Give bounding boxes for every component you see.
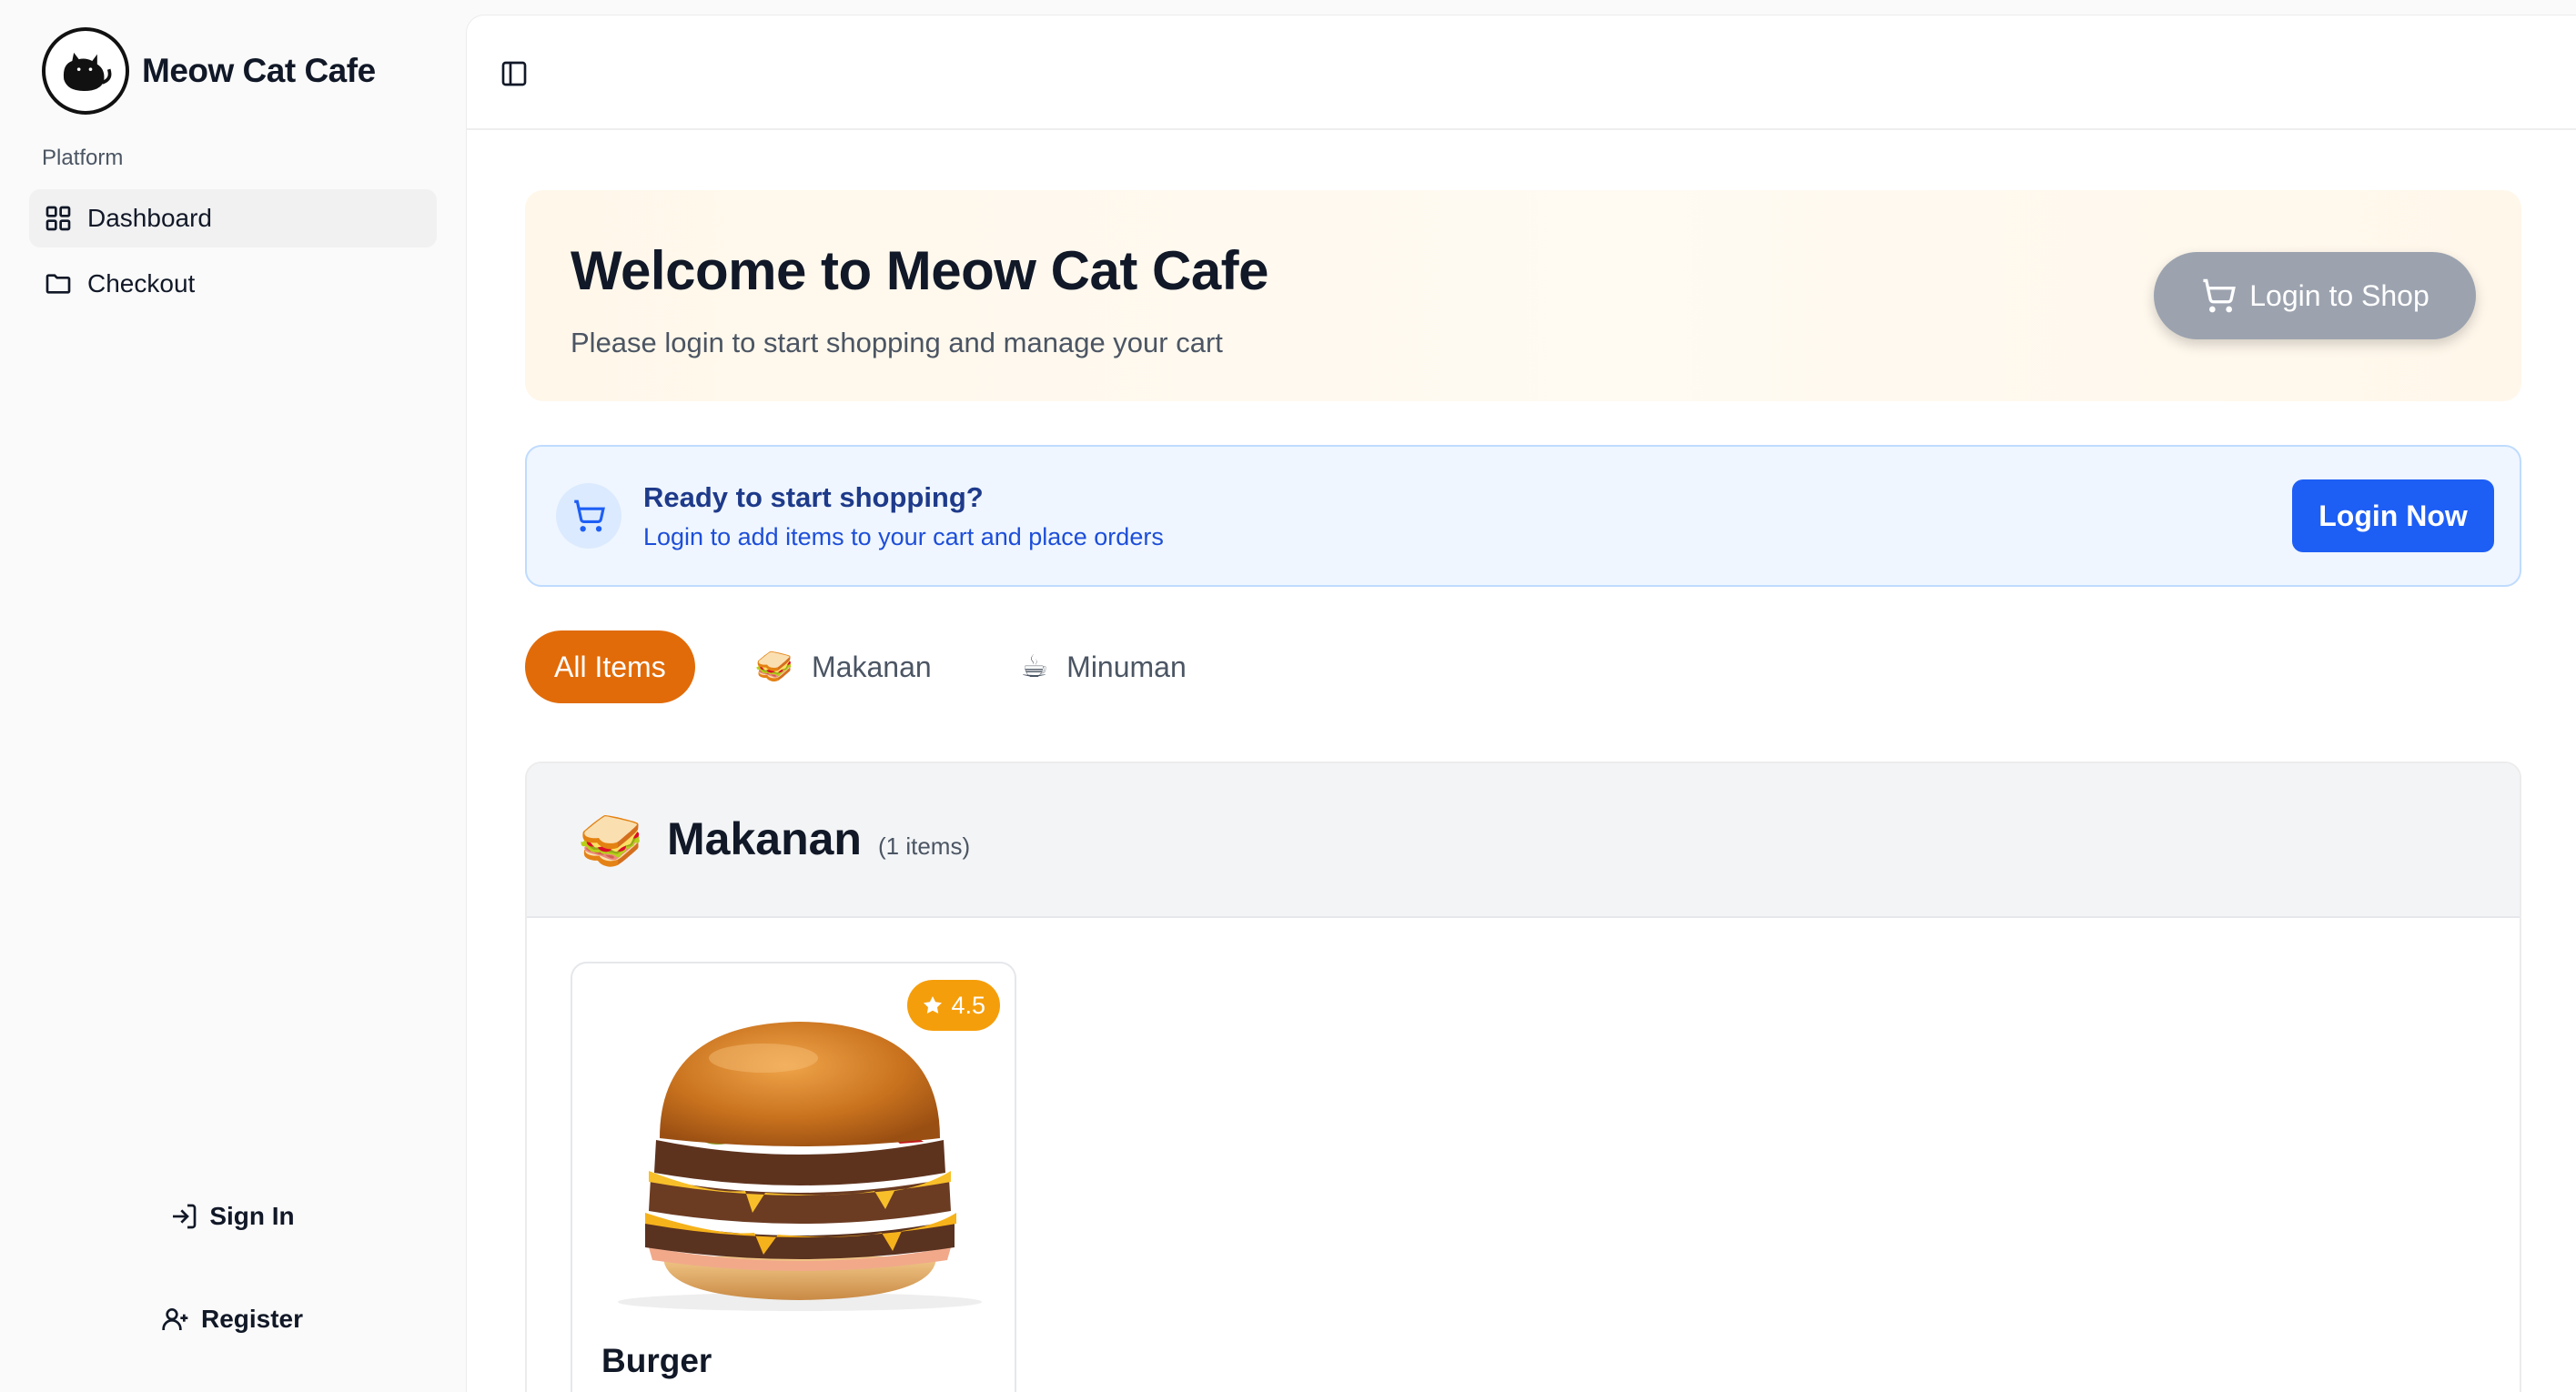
page-title: Welcome to Meow Cat Cafe (571, 240, 1269, 301)
user-plus-icon (162, 1308, 188, 1330)
sign-in-icon (173, 1204, 197, 1229)
sidebar-item-checkout[interactable]: Checkout (29, 255, 437, 313)
brand[interactable]: Meow Cat Cafe (42, 27, 376, 115)
notice-subtitle: Login to add items to your cart and plac… (643, 523, 1164, 550)
tab-label: Makanan (812, 650, 932, 683)
main-panel: Welcome to Meow Cat Cafe Please login to… (466, 15, 2576, 1392)
sign-in-label: Sign In (209, 1202, 295, 1230)
top-bar (467, 15, 2576, 130)
cat-logo-icon (48, 34, 123, 108)
notice-title: Ready to start shopping? (643, 481, 984, 513)
cafe-logo (42, 27, 129, 115)
login-to-shop-button[interactable]: Login to Shop (2154, 252, 2476, 339)
tab-all-items[interactable]: All Items (525, 630, 695, 703)
tab-label: Minuman (1066, 650, 1187, 683)
product-card[interactable]: 4.5 Burger (571, 962, 1016, 1392)
panel-left-icon (501, 61, 527, 86)
cart-icon (574, 499, 605, 532)
notice-icon-wrap (556, 483, 621, 549)
product-name: Burger (601, 1342, 712, 1379)
login-to-shop-label: Login to Shop (2249, 278, 2430, 312)
login-notice: Ready to start shopping? Login to add it… (525, 445, 2521, 587)
register-button[interactable]: Register (0, 1292, 464, 1347)
cart-icon (2203, 278, 2237, 313)
section-item-count: (1 items) (878, 832, 971, 860)
rating-value: 4.5 (951, 991, 985, 1019)
category-tabs: All Items 🥪 Makanan ☕ Minuman (525, 630, 1187, 703)
grid-icon (45, 206, 71, 231)
star-icon (924, 996, 943, 1014)
tab-label: All Items (554, 650, 666, 683)
tab-minuman[interactable]: ☕ Minuman (1021, 630, 1187, 703)
sidebar-group-label: Platform (42, 146, 124, 170)
welcome-subtitle: Please login to start shopping and manag… (571, 327, 1223, 358)
section-header: 🥪 Makanan (1 items) (527, 763, 2520, 918)
sidebar: Meow Cat Cafe Platform Dashboard Checkou… (0, 0, 464, 1392)
section-title: Makanan (667, 813, 862, 864)
sidebar-item-dashboard[interactable]: Dashboard (29, 189, 437, 247)
sign-in-button[interactable]: Sign In (0, 1189, 464, 1244)
sidebar-item-label: Checkout (87, 269, 196, 298)
category-section-makanan: 🥪 Makanan (1 items) 4.5 Burger (525, 762, 2521, 1392)
sandwich-icon: 🥪 (578, 812, 644, 871)
coffee-icon: ☕ (1020, 650, 1049, 684)
folder-icon (45, 274, 71, 294)
register-label: Register (200, 1305, 304, 1333)
welcome-banner: Welcome to Meow Cat Cafe Please login to… (525, 190, 2521, 401)
sidebar-toggle-button[interactable] (496, 55, 532, 92)
sandwich-icon: 🥪 (754, 650, 794, 684)
brand-name: Meow Cat Cafe (142, 52, 376, 89)
tab-makanan[interactable]: 🥪 Makanan (755, 630, 932, 703)
login-now-button[interactable]: Login Now (2292, 479, 2494, 552)
sidebar-item-label: Dashboard (87, 204, 212, 232)
burger-image (618, 1022, 982, 1311)
